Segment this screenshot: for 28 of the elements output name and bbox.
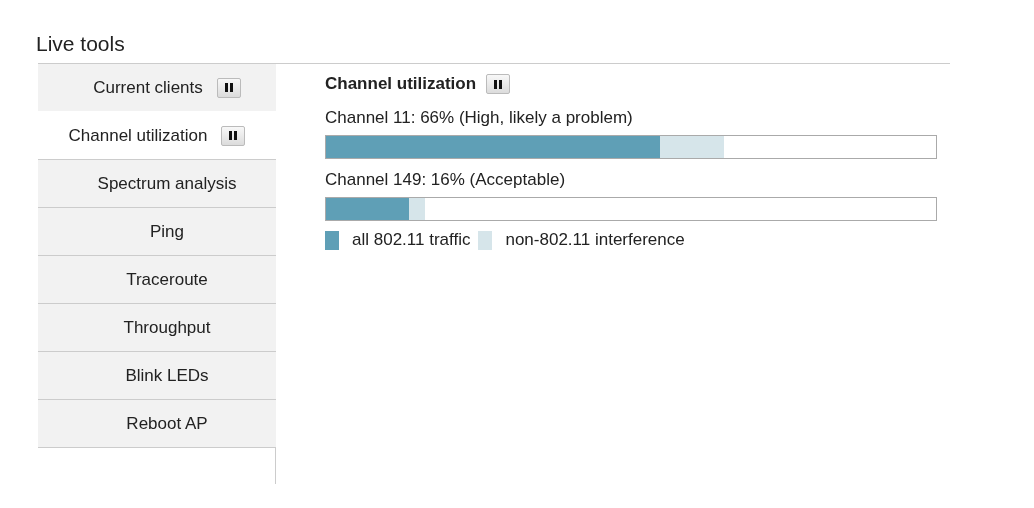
section-title: Live tools [36, 32, 126, 57]
channel-label: Channel 11: 66% (High, likely a problem) [325, 108, 634, 128]
tab-label: Reboot AP [126, 413, 208, 434]
tab-label: Channel utilization [68, 125, 208, 146]
tab-label: Blink LEDs [125, 365, 209, 386]
pause-icon [224, 83, 233, 92]
tab[interactable]: Blink LEDs [38, 351, 276, 400]
panel-heading: Channel utilization [325, 74, 477, 94]
pause-icon [494, 79, 503, 89]
tab[interactable]: Spectrum analysis [38, 159, 276, 208]
tab[interactable]: Throughput [38, 303, 276, 352]
channel-label: Channel 149: 16% (Acceptable) [325, 170, 567, 190]
tab-label: Ping [150, 221, 184, 242]
tab[interactable]: Ping [38, 207, 276, 256]
tab[interactable]: Reboot AP [38, 399, 276, 448]
tab[interactable]: Current clients [38, 63, 276, 112]
pause-icon [229, 131, 238, 140]
tab-label: Current clients [93, 77, 203, 98]
tab[interactable]: Traceroute [38, 255, 276, 304]
tab[interactable]: Channel utilization [38, 111, 276, 160]
pause-button[interactable] [221, 125, 246, 146]
legend-label: non-802.11 interference [505, 230, 685, 250]
tab-label: Traceroute [126, 269, 208, 290]
legend-label: all 802.11 traffic [352, 230, 471, 250]
pause-button[interactable] [486, 74, 511, 94]
tab-label: Spectrum analysis [97, 173, 237, 194]
pause-button[interactable] [216, 77, 241, 98]
tab-label: Throughput [123, 317, 211, 338]
